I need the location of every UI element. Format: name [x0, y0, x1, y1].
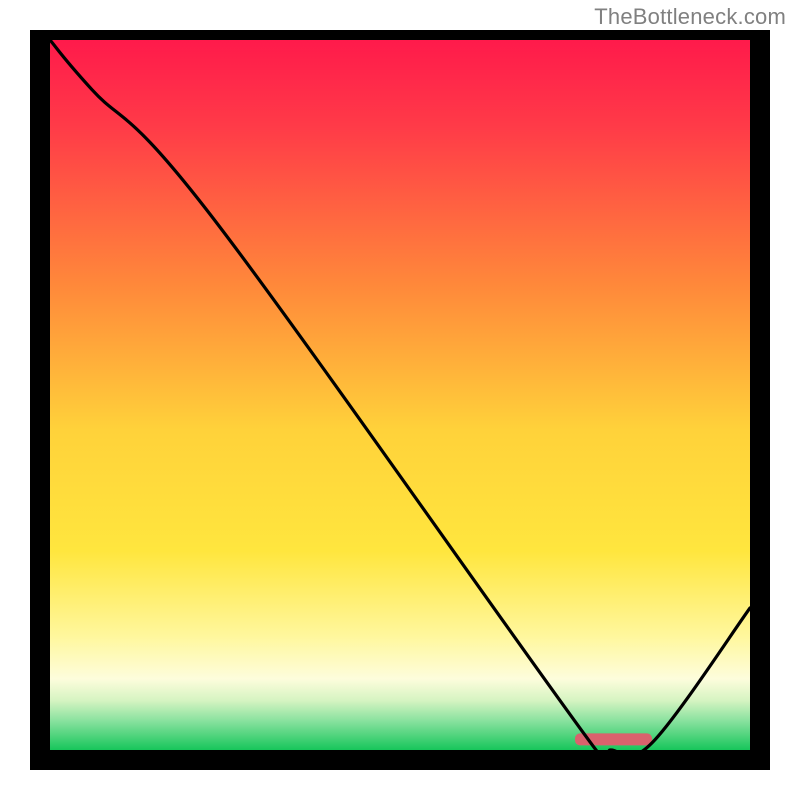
chart-frame [30, 30, 770, 770]
watermark-text: TheBottleneck.com [594, 4, 786, 30]
chart-svg [50, 40, 750, 750]
stage: TheBottleneck.com [0, 0, 800, 800]
plot-area [50, 40, 750, 750]
